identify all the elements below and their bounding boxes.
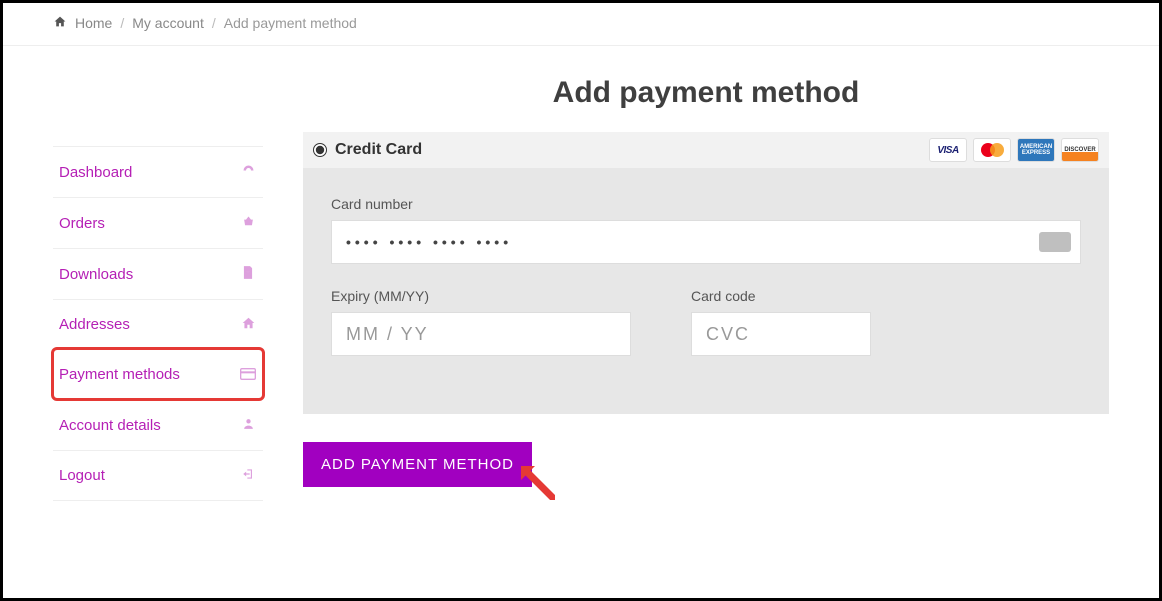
breadcrumb-home[interactable]: Home — [75, 15, 112, 31]
add-payment-method-button[interactable]: ADD PAYMENT METHOD — [303, 442, 532, 487]
card-icon — [239, 367, 257, 383]
sidebar-item-label: Payment methods — [59, 366, 180, 383]
logout-icon — [239, 467, 257, 484]
sidebar-item-label: Orders — [59, 215, 105, 232]
discover-icon: DISCOVER — [1061, 138, 1099, 162]
sidebar-item-orders[interactable]: Orders — [53, 197, 263, 248]
credit-card-radio[interactable] — [313, 143, 327, 157]
mastercard-icon — [973, 138, 1011, 162]
generic-card-icon — [1039, 232, 1071, 252]
sidebar-item-downloads[interactable]: Downloads — [53, 248, 263, 299]
main-content: Add payment method Credit Card VISA AMER… — [303, 46, 1109, 501]
house-icon — [239, 316, 257, 333]
home-icon — [53, 15, 67, 31]
expiry-input[interactable] — [331, 312, 631, 356]
page-title: Add payment method — [303, 76, 1109, 110]
visa-icon: VISA — [929, 138, 967, 162]
sidebar-item-label: Downloads — [59, 266, 133, 283]
cvc-label: Card code — [691, 288, 871, 304]
breadcrumb-separator: / — [212, 15, 216, 31]
breadcrumb-separator: / — [120, 15, 124, 31]
credit-card-label: Credit Card — [335, 141, 422, 159]
sidebar-item-payment-methods[interactable]: Payment methods — [53, 349, 263, 399]
sidebar-item-account-details[interactable]: Account details — [53, 399, 263, 450]
file-icon — [239, 265, 257, 283]
user-icon — [239, 416, 257, 434]
sidebar-item-logout[interactable]: Logout — [53, 450, 263, 501]
card-number-label: Card number — [331, 196, 1081, 212]
account-sidebar: Dashboard Orders Downloads Addresses Pay… — [53, 146, 263, 501]
payment-method-option[interactable]: Credit Card VISA AMERICAN EXPRESS DISCOV… — [303, 132, 1109, 168]
card-number-input[interactable] — [331, 220, 1081, 264]
sidebar-item-addresses[interactable]: Addresses — [53, 299, 263, 349]
cvc-input[interactable] — [691, 312, 871, 356]
breadcrumb-current: Add payment method — [224, 15, 357, 31]
sidebar-item-dashboard[interactable]: Dashboard — [53, 146, 263, 197]
basket-icon — [239, 214, 257, 232]
card-brand-icons: VISA AMERICAN EXPRESS DISCOVER — [929, 138, 1099, 162]
sidebar-item-label: Addresses — [59, 316, 130, 333]
dashboard-icon — [239, 163, 257, 181]
expiry-label: Expiry (MM/YY) — [331, 288, 631, 304]
sidebar-item-label: Dashboard — [59, 164, 132, 181]
breadcrumb-account[interactable]: My account — [132, 15, 204, 31]
sidebar-item-label: Account details — [59, 417, 161, 434]
amex-icon: AMERICAN EXPRESS — [1017, 138, 1055, 162]
breadcrumb: Home / My account / Add payment method — [3, 3, 1159, 46]
sidebar-item-label: Logout — [59, 467, 105, 484]
card-form-panel: Card number Expiry (MM/YY) Card code — [303, 168, 1109, 414]
